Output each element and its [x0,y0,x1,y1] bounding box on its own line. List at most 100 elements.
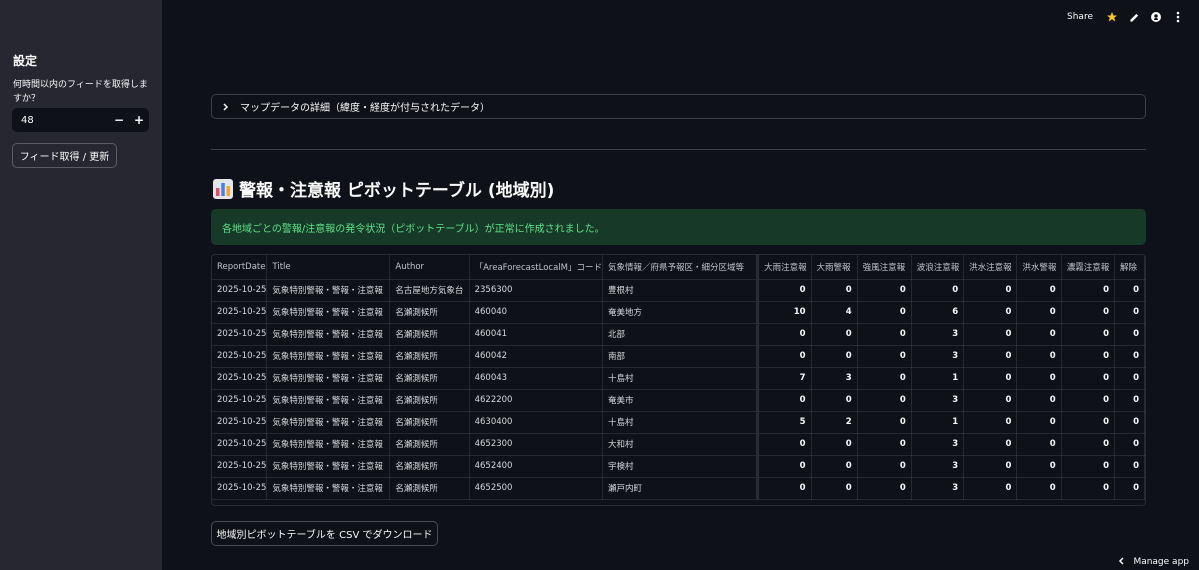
manage-app-button[interactable]: Manage app [1118,554,1189,570]
table-cell[interactable]: 宇検村 [602,455,760,478]
column-header[interactable]: 大雨注意報 [757,255,812,280]
table-cell[interactable]: 気象特別警報・警報・注意報 [266,301,391,324]
table-cell[interactable]: 名瀬測候所 [389,367,470,390]
table-cell[interactable]: 2025-10-25 [212,279,268,302]
table-cell[interactable]: 0 [911,279,965,302]
table-cell[interactable]: 奄美地方 [602,301,760,324]
table-cell[interactable]: 0 [1061,433,1115,456]
table-cell[interactable]: 0 [857,345,912,368]
table-cell[interactable]: 0 [857,323,912,346]
map-data-expander[interactable]: マップデータの詳細（緯度・経度が付与されたデータ） [211,94,1146,119]
table-cell[interactable]: 0 [1114,323,1145,346]
table-cell[interactable]: 2025-10-25 [212,301,268,324]
table-cell[interactable]: 0 [757,433,812,456]
table-cell[interactable]: 6 [911,301,965,324]
table-cell[interactable]: 0 [1114,279,1145,302]
table-cell[interactable]: 0 [757,455,812,478]
table-cell[interactable]: 北部 [602,323,760,346]
table-cell[interactable]: 0 [1016,301,1062,324]
table-cell[interactable]: 3 [911,433,965,456]
table-cell[interactable]: 0 [963,279,1018,302]
table-cell[interactable]: 名古屋地方気象台 [389,279,470,302]
table-cell[interactable]: 0 [1114,345,1145,368]
table-cell[interactable]: 2025-10-25 [212,367,268,390]
table-cell[interactable]: 7 [757,367,812,390]
table-cell[interactable]: 0 [811,389,858,412]
column-header[interactable]: 「AreaForecastLocalM」コード [469,255,604,280]
table-cell[interactable]: 十島村 [602,411,760,434]
table-cell[interactable]: 気象特別警報・警報・注意報 [266,367,391,390]
table-cell[interactable]: 0 [857,411,912,434]
download-csv-button[interactable]: 地域別ピボットテーブルを CSV でダウンロード [211,521,438,546]
table-cell[interactable]: 0 [811,455,858,478]
table-cell[interactable]: 0 [963,433,1018,456]
table-cell[interactable]: 460043 [469,367,604,390]
table-cell[interactable]: 1 [911,411,965,434]
table-cell[interactable]: 4652500 [469,477,604,500]
table-cell[interactable]: 名瀬測候所 [389,455,470,478]
table-cell[interactable]: 2025-10-25 [212,389,268,412]
table-cell[interactable]: 0 [811,477,858,500]
table-cell[interactable]: 1 [911,367,965,390]
table-cell[interactable]: 10 [757,301,812,324]
table-cell[interactable]: 0 [757,477,812,500]
table-cell[interactable]: 0 [1016,433,1062,456]
table-cell[interactable]: 0 [1114,389,1145,412]
column-header[interactable]: ReportDate [212,255,268,280]
column-header[interactable]: 解除 [1114,255,1145,280]
table-cell[interactable]: 名瀬測候所 [389,301,470,324]
table-cell[interactable]: 0 [1114,455,1145,478]
table-cell[interactable]: 気象特別警報・警報・注意報 [266,455,391,478]
table-cell[interactable]: 名瀬測候所 [389,345,470,368]
table-cell[interactable]: 瀬戸内町 [602,477,760,500]
table-cell[interactable]: 3 [811,367,858,390]
table-cell[interactable]: 名瀬測候所 [389,433,470,456]
table-cell[interactable]: 0 [857,279,912,302]
table-cell[interactable]: 奄美市 [602,389,760,412]
table-cell[interactable]: 名瀬測候所 [389,411,470,434]
table-cell[interactable]: 気象特別警報・警報・注意報 [266,389,391,412]
column-header[interactable]: 波浪注意報 [911,255,965,280]
table-cell[interactable]: 2025-10-25 [212,345,268,368]
table-cell[interactable]: 0 [1114,411,1145,434]
table-cell[interactable]: 南部 [602,345,760,368]
table-cell[interactable]: 0 [1061,345,1115,368]
table-cell[interactable]: 0 [1016,279,1062,302]
table-cell[interactable]: 名瀬測候所 [389,389,470,412]
table-cell[interactable]: 0 [857,301,912,324]
table-cell[interactable]: 2356300 [469,279,604,302]
table-cell[interactable]: 0 [1061,455,1115,478]
table-cell[interactable]: 5 [757,411,812,434]
table-cell[interactable]: 3 [911,323,965,346]
table-cell[interactable]: 0 [1016,411,1062,434]
decrement-button[interactable]: − [109,113,129,127]
table-cell[interactable]: 2025-10-25 [212,433,268,456]
table-cell[interactable]: 0 [1114,477,1145,500]
table-cell[interactable]: 0 [963,367,1018,390]
increment-button[interactable]: + [129,113,149,127]
table-cell[interactable]: 0 [811,433,858,456]
column-header[interactable]: 大雨警報 [811,255,858,280]
hours-input[interactable]: 48 [12,115,109,126]
table-cell[interactable]: 3 [911,389,965,412]
table-cell[interactable]: 3 [911,345,965,368]
hours-stepper[interactable]: 48 − + [12,108,149,132]
table-cell[interactable]: 気象特別警報・警報・注意報 [266,345,391,368]
table-cell[interactable]: 0 [963,345,1018,368]
table-cell[interactable]: 4652400 [469,455,604,478]
table-cell[interactable]: 0 [1114,367,1145,390]
table-cell[interactable]: 0 [857,455,912,478]
table-cell[interactable]: 3 [911,477,965,500]
table-cell[interactable]: 0 [1016,477,1062,500]
table-cell[interactable]: 気象特別警報・警報・注意報 [266,279,391,302]
column-header[interactable]: Author [389,255,470,280]
table-cell[interactable]: 0 [1061,389,1115,412]
pivot-table[interactable]: ReportDate Title Author 「AreaForecastLocalM… [211,254,1146,506]
table-cell[interactable]: 0 [1016,455,1062,478]
table-cell[interactable]: 気象特別警報・警報・注意報 [266,323,391,346]
table-cell[interactable]: 3 [911,455,965,478]
table-cell[interactable]: 0 [963,455,1018,478]
column-header[interactable]: 強風注意報 [857,255,912,280]
table-cell[interactable]: 0 [1061,323,1115,346]
table-cell[interactable]: 0 [1061,279,1115,302]
